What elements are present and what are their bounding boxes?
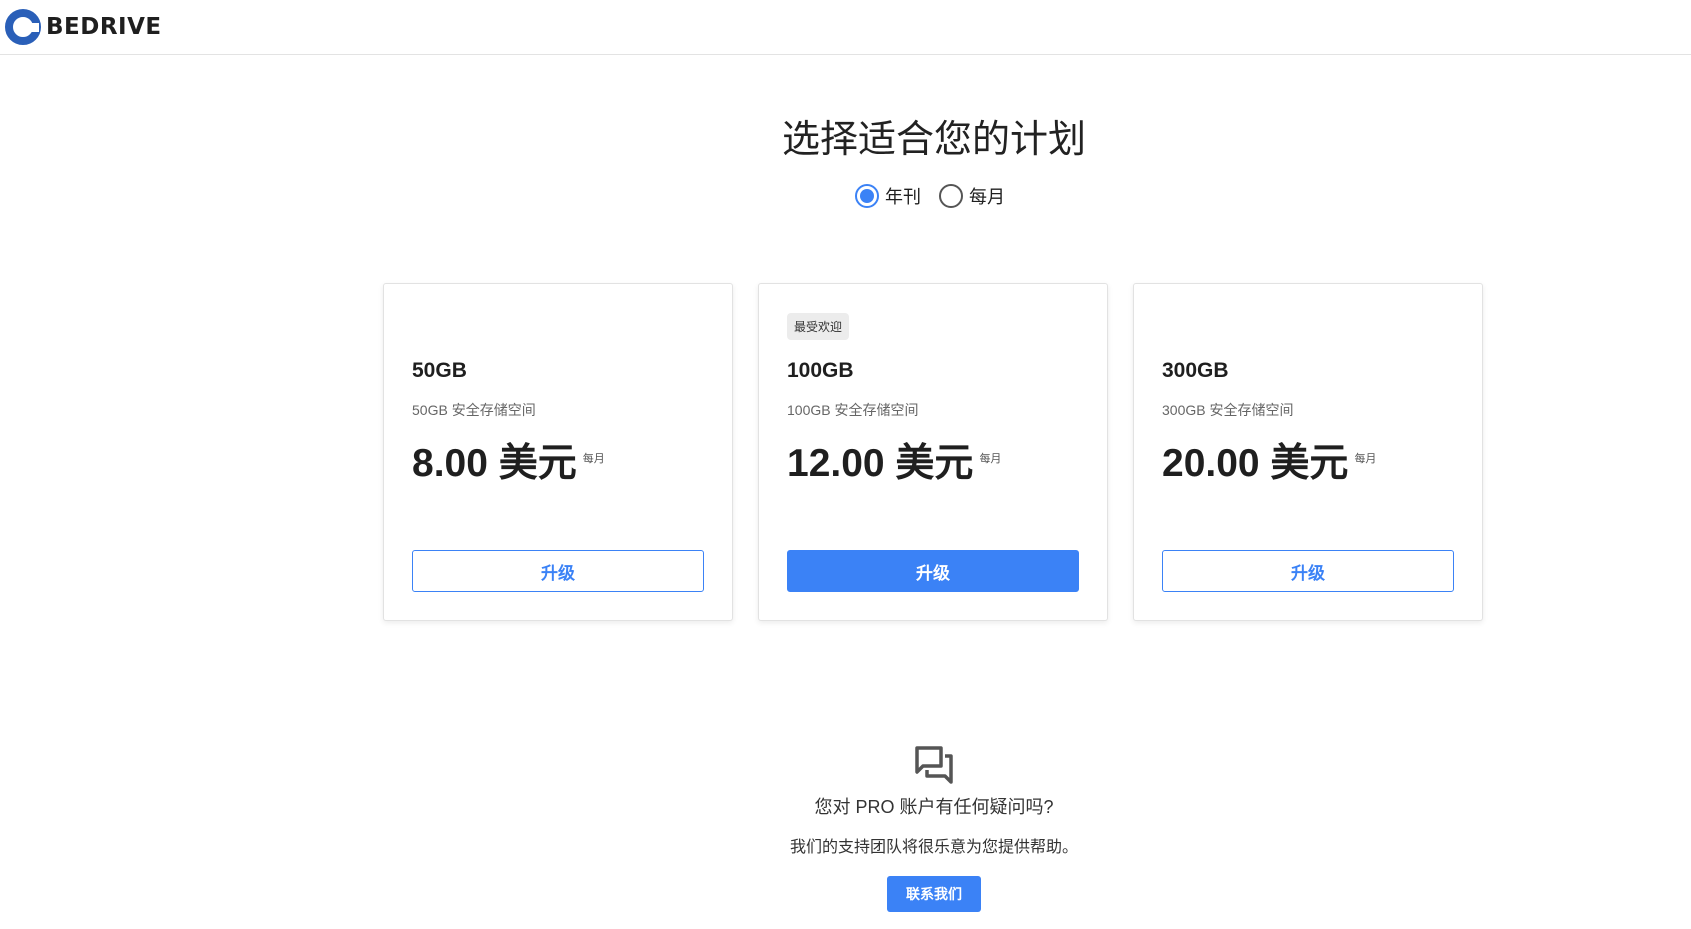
plan-name: 50GB xyxy=(412,359,467,382)
plan-description: 300GB 安全存储空间 xyxy=(1162,402,1294,418)
plan-period: 每月 xyxy=(582,453,605,465)
popular-badge: 最受欢迎 xyxy=(787,313,850,340)
help-title: 您对 PRO 账户有任何疑问吗? xyxy=(814,797,1054,817)
billing-option-label: 每月 xyxy=(969,187,1005,207)
plan-card-100gb: 最受欢迎 100GB 100GB 安全存储空间 12.00 美元 每月 升级 xyxy=(758,283,1108,621)
plan-price: 8.00 美元 xyxy=(412,442,577,485)
chat-bubbles-icon xyxy=(915,746,953,784)
brand-name: BEDRIVE xyxy=(46,14,162,40)
billing-option-monthly[interactable]: 每月 xyxy=(939,183,1005,209)
top-bar: BEDRIVE xyxy=(0,0,1691,55)
billing-option-yearly[interactable]: 年刊 xyxy=(855,183,921,209)
radio-monthly[interactable] xyxy=(939,184,963,208)
plan-price: 12.00 美元 xyxy=(787,442,974,485)
price-row: 12.00 美元 每月 xyxy=(787,444,1001,483)
page-title: 选择适合您的计划 xyxy=(781,119,1086,161)
plan-card-50gb: 50GB 50GB 安全存储空间 8.00 美元 每月 升级 xyxy=(383,283,733,621)
plan-period: 每月 xyxy=(1354,453,1377,465)
plan-description: 50GB 安全存储空间 xyxy=(412,402,536,418)
plan-description: 100GB 安全存储空间 xyxy=(787,402,919,418)
contact-us-button[interactable]: 联系我们 xyxy=(887,876,981,912)
upgrade-button[interactable]: 升级 xyxy=(1162,550,1454,592)
plan-price: 20.00 美元 xyxy=(1162,442,1349,485)
plan-card-300gb: 300GB 300GB 安全存储空间 20.00 美元 每月 升级 xyxy=(1133,283,1483,621)
price-row: 20.00 美元 每月 xyxy=(1162,444,1376,483)
help-section: 您对 PRO 账户有任何疑问吗? 我们的支持团队将很乐意为您提供帮助。 联系我们 xyxy=(0,745,1691,912)
logo[interactable]: BEDRIVE xyxy=(3,7,162,47)
upgrade-button[interactable]: 升级 xyxy=(412,550,704,592)
bedrive-logo-icon xyxy=(5,9,41,45)
help-subtitle: 我们的支持团队将很乐意为您提供帮助。 xyxy=(789,839,1078,856)
price-row: 8.00 美元 每月 xyxy=(412,444,605,483)
upgrade-button[interactable]: 升级 xyxy=(787,550,1079,592)
billing-cycle-toggle: 年刊 每月 xyxy=(855,183,1005,209)
plan-name: 300GB xyxy=(1162,359,1229,382)
billing-option-label: 年刊 xyxy=(885,187,921,207)
plan-period: 每月 xyxy=(979,453,1002,465)
plan-name: 100GB xyxy=(787,359,854,382)
plan-cards: 50GB 50GB 安全存储空间 8.00 美元 每月 升级 最受欢迎 100G… xyxy=(383,283,1483,621)
radio-yearly[interactable] xyxy=(855,184,879,208)
